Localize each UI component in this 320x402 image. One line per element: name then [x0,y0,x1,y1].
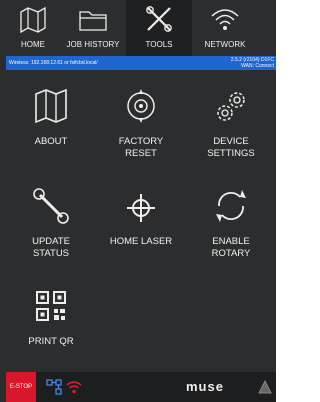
tab-network-label: NETWORK [204,40,246,49]
estop-label: E-STOP [9,384,33,390]
tools-icon [146,6,172,32]
update-status-label: UPDATE STATUS [32,236,70,259]
tab-job-history-label: JOB HISTORY [66,40,120,49]
estop-button[interactable]: E-STOP [6,372,36,402]
tab-network[interactable]: NETWORK [192,0,258,56]
device-settings-label: DEVICE SETTINGS [207,136,255,159]
bottom-bar: E-STOP muse [6,372,276,402]
factory-reset-label: FACTORY RESET [118,136,164,159]
tools-grid: ABOUT FACTORY RESET DEVICE SETTINGS UPDA… [6,70,276,372]
print-qr-label: PRINT QR [28,336,74,347]
tab-home[interactable]: HOME [6,0,60,56]
factory-reset-icon [127,89,155,123]
wireless-address: Wireless: 192.168.12.61 or fsifcbd.local… [9,60,98,66]
home-map-icon [20,6,46,34]
folder-icon [79,11,107,31]
tab-tools-label: TOOLS [145,40,173,49]
wan-status: WAN: Connect [241,63,274,69]
warning-icon [258,380,272,394]
tab-home-label: HOME [21,40,45,49]
gears-icon [217,92,245,121]
brand-text: muse [186,381,224,393]
network-nodes-icon [46,379,62,395]
enable-rotary-label: ENABLE ROTARY [211,236,251,259]
enable-rotary-button[interactable]: ENABLE ROTARY [186,178,276,268]
crosshair-icon [127,194,155,222]
wifi-icon [211,9,239,30]
rotary-icon [216,190,246,222]
app-screen: HOME JOB HISTORY TOOLS NETWORK Wireless:… [0,0,276,402]
top-navigation: HOME JOB HISTORY TOOLS NETWORK [6,0,276,56]
device-settings-button[interactable]: DEVICE SETTINGS [186,78,276,168]
about-label: ABOUT [34,136,68,147]
factory-reset-button[interactable]: FACTORY RESET [96,78,186,168]
about-button[interactable]: ABOUT [6,78,96,168]
muse-logo: muse [186,381,224,393]
home-laser-label: HOME LASER [109,236,173,247]
qr-icon [36,291,66,321]
wifi-status-icon [66,381,82,394]
print-qr-button[interactable]: PRINT QR [6,278,96,368]
about-map-icon [35,88,67,124]
update-status-button[interactable]: UPDATE STATUS [6,178,96,268]
tab-job-history[interactable]: JOB HISTORY [60,0,126,56]
connection-status-bar: Wireless: 192.168.12.61 or fsifcbd.local… [6,56,276,70]
home-laser-button[interactable]: HOME LASER [96,178,186,268]
tab-tools[interactable]: TOOLS [126,0,192,56]
wrench-icon [33,188,69,224]
